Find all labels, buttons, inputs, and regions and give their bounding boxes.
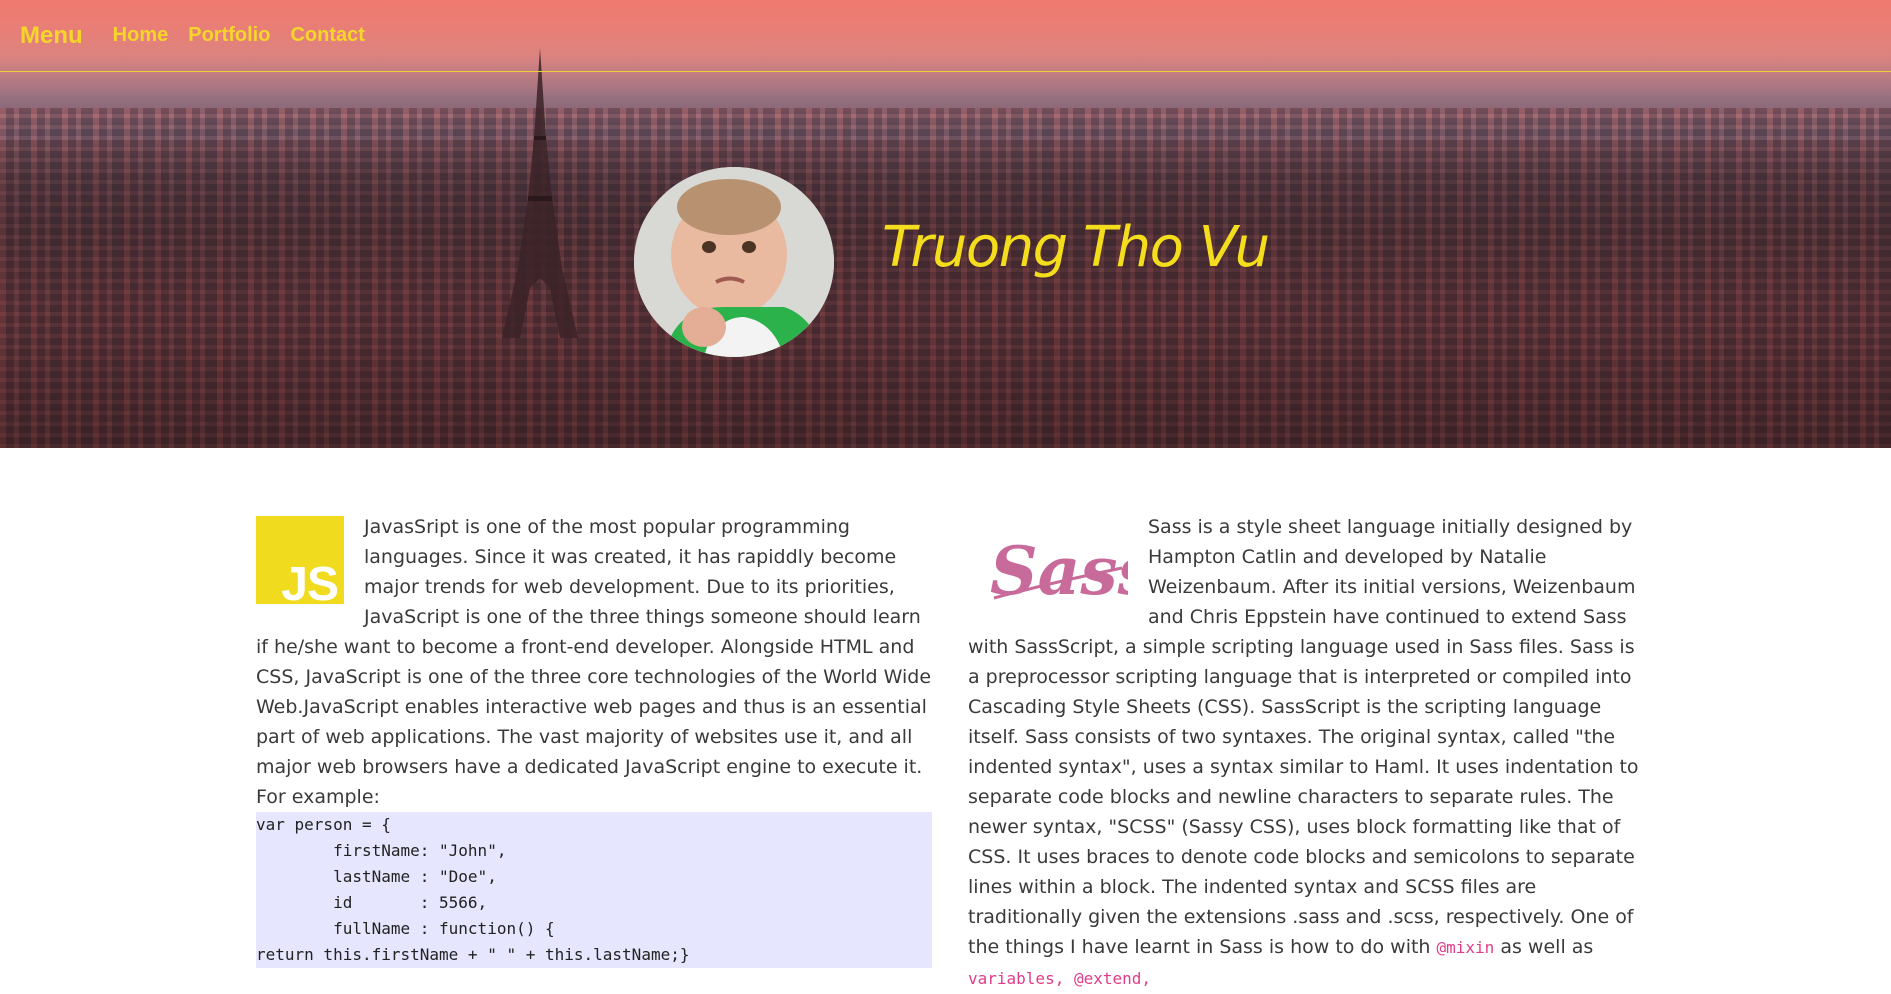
- profile-photo-icon: [634, 167, 834, 357]
- javascript-description: JavasSript is one of the most popular pr…: [256, 516, 932, 808]
- avatar: [634, 167, 834, 357]
- nav-link-portfolio[interactable]: Portfolio: [188, 24, 270, 47]
- js-logo-text: JS: [281, 558, 339, 611]
- code-block: var person = { firstName: "John", lastNa…: [256, 812, 932, 968]
- nav-link-contact[interactable]: Contact: [290, 24, 364, 47]
- sass-text-middle: as well as: [1494, 936, 1594, 958]
- main-content: JS JavasSript is one of the most popular…: [0, 448, 1891, 988]
- javascript-logo-icon: JS: [256, 516, 344, 611]
- sass-logo-icon: Sass: [990, 532, 1128, 610]
- javascript-article: JS JavasSript is one of the most popular…: [256, 512, 932, 968]
- sass-article: Sass Sass is a style sheet language init…: [968, 512, 1640, 994]
- hero-name: Truong Tho Vu: [882, 215, 1270, 280]
- inline-code-variables: variables, @extend,: [968, 969, 1152, 988]
- nav-link-home[interactable]: Home: [113, 24, 169, 47]
- hero-banner: Menu Home Portfolio Contact Truong Tho V…: [0, 0, 1891, 448]
- eiffel-tower-image: [502, 48, 578, 338]
- top-navbar: Menu Home Portfolio Contact: [0, 0, 1891, 72]
- inline-code-mixin: @mixin: [1436, 938, 1495, 957]
- menu-brand[interactable]: Menu: [20, 22, 83, 50]
